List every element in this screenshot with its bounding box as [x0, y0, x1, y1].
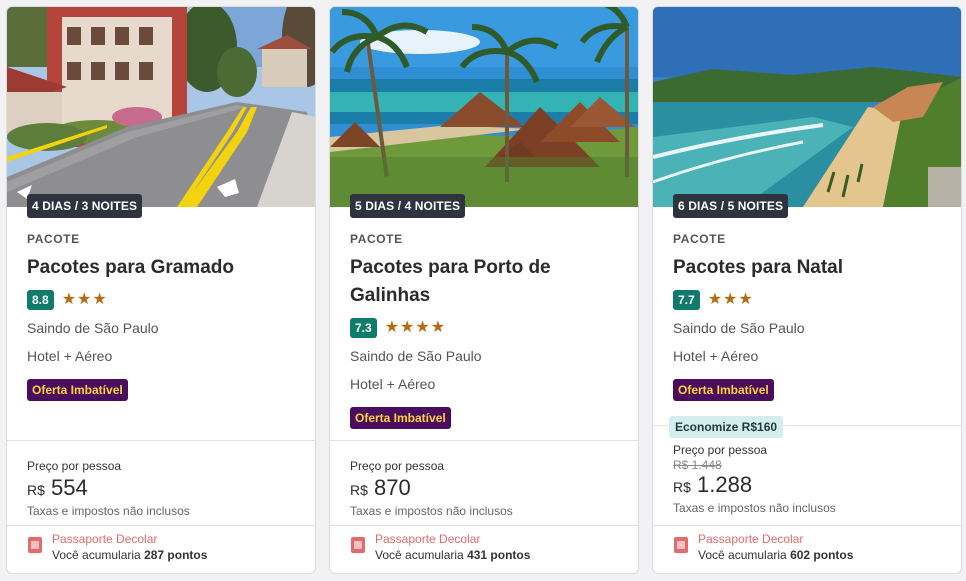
includes-text: Hotel + Aéreo — [27, 348, 113, 364]
porto-de-galinhas-photo — [330, 7, 638, 207]
price-value: R$ 1.288 — [673, 473, 941, 499]
package-title[interactable]: Pacotes para Gramado — [27, 254, 295, 282]
price-amount: 870 — [374, 475, 411, 500]
origin-text: Saindo de São Paulo — [27, 320, 159, 336]
gramado-photo — [7, 7, 315, 207]
passport-title[interactable]: Passaporte Decolar — [375, 531, 530, 547]
price-amount: 554 — [51, 475, 88, 500]
points-prefix: Você acumularia — [698, 548, 787, 562]
currency-symbol: R$ — [27, 482, 45, 498]
package-card-natal[interactable]: 6 DIAS / 5 NOITES PACOTE Pacotes para Na… — [652, 6, 962, 574]
product-kind: PACOTE — [27, 232, 80, 246]
price-amount: 1.288 — [697, 472, 753, 497]
offer-badge: Oferta Imbatível — [350, 407, 451, 429]
passport-icon — [674, 537, 688, 553]
points-value: 431 pontos — [467, 548, 531, 562]
divider — [7, 525, 315, 526]
natal-photo — [653, 7, 961, 207]
product-kind: PACOTE — [350, 232, 403, 246]
review-score: 7.3 — [350, 318, 377, 338]
star-icons: ★★★ — [61, 291, 108, 308]
package-card-gramado[interactable]: 4 DIAS / 3 NOITES PACOTE Pacotes para Gr… — [6, 6, 316, 574]
product-kind: PACOTE — [673, 232, 726, 246]
passport-title[interactable]: Passaporte Decolar — [698, 531, 853, 547]
package-card-porto-de-galinhas[interactable]: 5 DIAS / 4 NOITES PACOTE Pacotes para Po… — [329, 6, 639, 574]
old-price: R$ 1.448 — [673, 458, 722, 472]
price-value: R$ 554 — [27, 476, 295, 502]
includes-text: Hotel + Aéreo — [350, 376, 436, 392]
duration-badge: 4 DIAS / 3 NOITES — [27, 194, 143, 218]
points-prefix: Você acumularia — [52, 548, 141, 562]
includes-text: Hotel + Aéreo — [673, 348, 759, 364]
review-score: 8.8 — [27, 290, 54, 310]
passport-icon — [28, 537, 42, 553]
currency-symbol: R$ — [350, 482, 368, 498]
star-icons: ★★★★ — [384, 319, 447, 336]
origin-text: Saindo de São Paulo — [350, 348, 482, 364]
passport-title[interactable]: Passaporte Decolar — [52, 531, 207, 547]
origin-text: Saindo de São Paulo — [673, 320, 805, 336]
points-value: 602 pontos — [790, 548, 854, 562]
review-score: 7.7 — [673, 290, 700, 310]
points-value: 287 pontos — [144, 548, 208, 562]
price-label: Preço por pessoa — [673, 443, 768, 457]
points-prefix: Você acumularia — [375, 548, 464, 562]
offer-badge: Oferta Imbatível — [673, 379, 774, 401]
package-title[interactable]: Pacotes para Porto de Galinhas — [350, 254, 618, 310]
duration-badge: 6 DIAS / 5 NOITES — [673, 194, 789, 218]
currency-symbol: R$ — [673, 479, 691, 495]
taxes-note: Taxas e impostos não inclusos — [673, 501, 836, 515]
price-label: Preço por pessoa — [350, 459, 445, 473]
price-label: Preço por pessoa — [27, 459, 122, 473]
package-title[interactable]: Pacotes para Natal — [673, 254, 941, 282]
savings-badge: Economize R$160 — [669, 416, 784, 438]
passport-icon — [351, 537, 365, 553]
taxes-note: Taxas e impostos não inclusos — [27, 504, 190, 518]
divider — [330, 525, 638, 526]
duration-badge: 5 DIAS / 4 NOITES — [350, 194, 466, 218]
star-icons: ★★★ — [707, 291, 754, 308]
divider — [330, 440, 638, 441]
offer-badge: Oferta Imbatível — [27, 379, 128, 401]
divider — [653, 525, 961, 526]
passport-rewards: Passaporte Decolar Você acumularia 431 p… — [350, 531, 618, 563]
taxes-note: Taxas e impostos não inclusos — [350, 504, 513, 518]
price-value: R$ 870 — [350, 476, 618, 502]
passport-rewards: Passaporte Decolar Você acumularia 287 p… — [27, 531, 295, 563]
passport-rewards: Passaporte Decolar Você acumularia 602 p… — [673, 531, 941, 563]
divider — [7, 440, 315, 441]
